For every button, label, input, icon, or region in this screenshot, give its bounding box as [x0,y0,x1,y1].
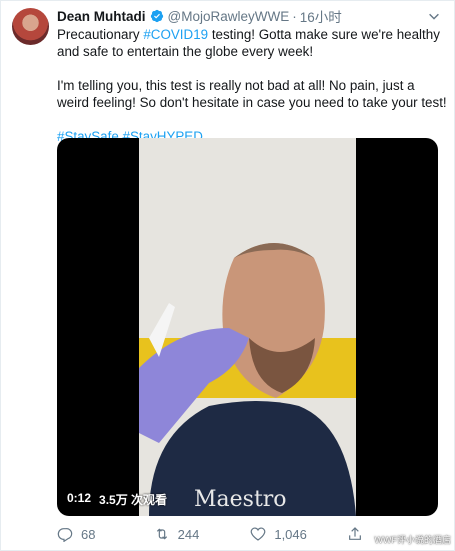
share-button[interactable] [347,526,363,542]
retweet-count: 244 [177,526,200,542]
reply-count: 68 [81,526,96,542]
author-name[interactable]: Dean Muhtadi [57,9,146,24]
tweet-card: Dean Muhtadi @MojoRawleyWWE · 16小时 Preca… [0,0,455,551]
video-player[interactable]: Maestro 0:12 3.5万 次观看 [57,138,438,516]
reply-button[interactable]: 68 [57,526,154,542]
like-count: 1,046 [274,526,307,542]
verified-badge-icon [150,9,163,23]
video-frame: Maestro [139,138,356,516]
tweet-header: Dean Muhtadi @MojoRawleyWWE · 16小时 [57,6,424,26]
watermark: WWF评小说的酒店 [374,535,452,545]
retweet-button[interactable]: 244 [154,526,251,542]
author-handle[interactable]: @MojoRawleyWWE [168,9,290,24]
video-views: 3.5万 次观看 [99,493,168,507]
separator-dot: · [292,8,297,24]
timestamp[interactable]: 16小时 [300,6,342,26]
share-icon [349,527,361,540]
heart-icon [251,527,266,541]
avatar[interactable] [12,8,49,45]
chevron-down-icon[interactable] [427,9,441,23]
video-meta: 0:12 3.5万 次观看 [67,491,167,508]
tweet-paragraph: Precautionary #COVID19 testing! Gotta ma… [57,27,440,59]
retweet-icon [156,528,167,540]
shirt-text: Maestro [194,487,287,512]
reply-icon [57,528,73,542]
tweet-text: Precautionary #COVID19 testing! Gotta ma… [57,26,449,145]
video-duration: 0:12 [67,491,92,505]
hashtag-link[interactable]: #COVID19 [143,27,208,42]
like-button[interactable]: 1,046 [250,526,347,542]
tweet-paragraph: I'm telling you, this test is really not… [57,78,447,110]
